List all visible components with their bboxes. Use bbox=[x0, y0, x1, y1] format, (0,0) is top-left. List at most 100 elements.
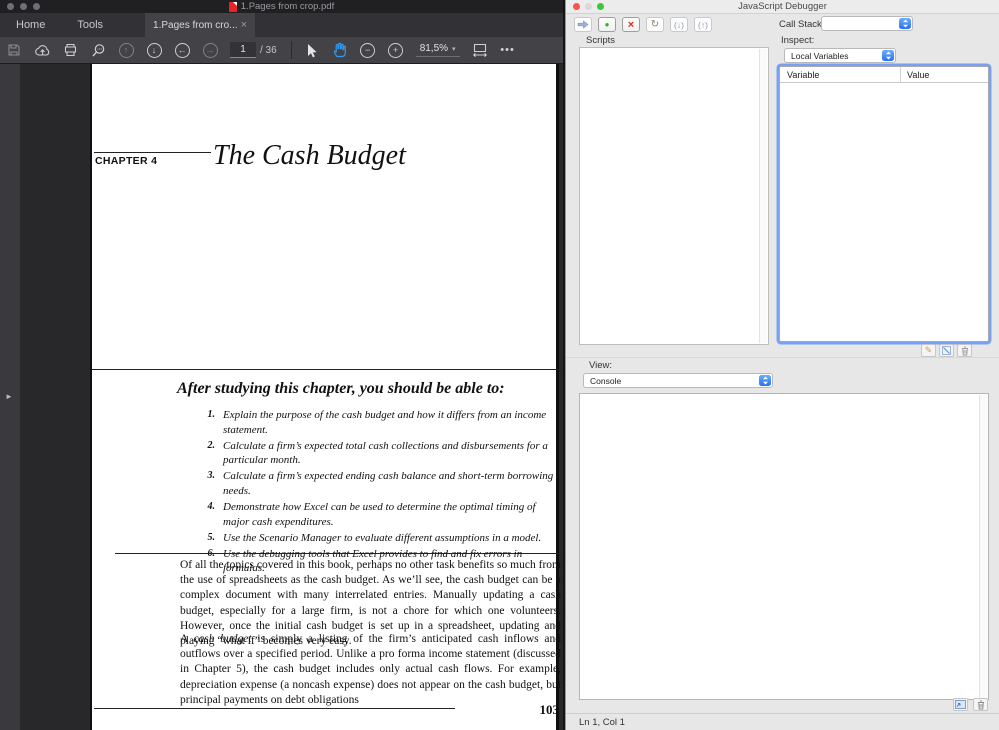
list-item: 4. Demonstrate how Excel can be used to … bbox=[199, 500, 560, 529]
column-header-variable: Variable bbox=[780, 67, 901, 82]
console-scrollbar[interactable] bbox=[979, 395, 987, 698]
page-down-icon: ↓ bbox=[147, 43, 162, 58]
view-label: View: bbox=[589, 360, 612, 371]
step-out-icon: (↑) bbox=[698, 20, 708, 30]
pencil-icon: ✎ bbox=[925, 345, 933, 356]
share-button[interactable] bbox=[28, 39, 56, 61]
run-script-icon bbox=[955, 700, 966, 709]
dropdown-stepper-icon bbox=[882, 50, 894, 61]
acrobat-window: 1.Pages from crop.pdf Home Tools 1.Pages… bbox=[0, 0, 563, 730]
page-number-input[interactable]: 1 bbox=[230, 42, 256, 58]
more-tools-button[interactable]: ••• bbox=[494, 39, 522, 61]
toolbar-separator bbox=[291, 41, 292, 59]
document-canvas: CHAPTER 4 The Cash Budget After studying… bbox=[20, 64, 563, 730]
pdf-file-icon bbox=[229, 2, 237, 12]
paragraph-2: A cash budget is simply a listing of the… bbox=[180, 632, 561, 708]
list-text: Calculate a firm’s expected total cash c… bbox=[223, 439, 560, 468]
acrobat-tabbar: Home Tools 1.Pages from cro... × bbox=[0, 13, 563, 37]
previous-page-button[interactable]: ↑ bbox=[112, 39, 140, 61]
delete-variable-button[interactable] bbox=[957, 344, 972, 357]
step-into-icon: (↓) bbox=[674, 20, 684, 30]
trash-icon bbox=[977, 700, 985, 710]
list-text: Explain the purpose of the cash budget a… bbox=[223, 408, 560, 437]
previous-view-button[interactable]: ← bbox=[168, 39, 196, 61]
save-icon bbox=[7, 43, 21, 57]
scripts-scrollbar[interactable] bbox=[759, 49, 767, 343]
variables-table-header: Variable Value bbox=[780, 67, 988, 83]
step-into-button[interactable]: (↓) bbox=[670, 17, 688, 32]
hand-tool-button[interactable] bbox=[326, 39, 354, 61]
forward-arrow-icon: → bbox=[203, 43, 218, 58]
page-count-label: / 36 bbox=[260, 45, 277, 56]
document-tab[interactable]: 1.Pages from cro... × bbox=[145, 13, 255, 37]
section-rule bbox=[92, 369, 561, 370]
list-number: 3. bbox=[199, 469, 215, 498]
document-filename: 1.Pages from crop.pdf bbox=[241, 1, 334, 12]
hand-icon bbox=[332, 42, 347, 58]
objectives-heading: After studying this chapter, you should … bbox=[177, 380, 505, 398]
zoom-in-icon: + bbox=[388, 43, 403, 58]
cursor-position-status: Ln 1, Col 1 bbox=[579, 717, 625, 728]
print-button[interactable] bbox=[56, 39, 84, 61]
acrobat-titlebar: 1.Pages from crop.pdf bbox=[0, 0, 563, 13]
zoom-level-dropdown[interactable]: 81,5% ▾ bbox=[416, 43, 460, 57]
search-icon bbox=[91, 43, 106, 58]
resume-arrow-icon bbox=[577, 20, 589, 29]
edit-variable-button[interactable]: ✎ bbox=[921, 344, 936, 357]
acrobat-window-title: 1.Pages from crop.pdf bbox=[0, 1, 563, 12]
save-button[interactable] bbox=[0, 39, 28, 61]
variables-table[interactable]: Variable Value bbox=[779, 66, 989, 342]
clear-console-button[interactable] bbox=[973, 698, 988, 711]
stop-button[interactable]: × bbox=[622, 17, 640, 32]
pdf-page[interactable]: CHAPTER 4 The Cash Budget After studying… bbox=[90, 64, 559, 730]
document-tab-label: 1.Pages from cro... bbox=[153, 20, 237, 31]
fit-width-button[interactable] bbox=[466, 39, 494, 61]
tab-tools[interactable]: Tools bbox=[61, 13, 119, 37]
inspect-dropdown-value: Local Variables bbox=[791, 51, 849, 61]
search-button[interactable] bbox=[84, 39, 112, 61]
step-over-button[interactable]: ↻ bbox=[646, 17, 664, 32]
statusbar-divider bbox=[566, 713, 999, 714]
inspect-dropdown[interactable]: Local Variables bbox=[784, 48, 896, 63]
trash-icon bbox=[961, 346, 969, 356]
section-divider bbox=[566, 357, 999, 358]
column-header-value: Value bbox=[901, 70, 929, 80]
footer-rule bbox=[94, 708, 455, 709]
scripts-panel[interactable] bbox=[579, 47, 769, 345]
debugger-window-title: JavaScript Debugger bbox=[566, 1, 999, 12]
diagonal-box-icon bbox=[942, 346, 951, 355]
zoom-out-button[interactable]: − bbox=[354, 39, 382, 61]
list-number: 4. bbox=[199, 500, 215, 529]
next-page-button[interactable]: ↓ bbox=[140, 39, 168, 61]
run-script-button[interactable] bbox=[953, 698, 968, 711]
step-out-button[interactable]: (↑) bbox=[694, 17, 712, 32]
call-stack-dropdown[interactable] bbox=[821, 16, 913, 31]
dropdown-stepper-icon bbox=[759, 375, 771, 386]
list-item: 1. Explain the purpose of the cash budge… bbox=[199, 408, 560, 437]
zoom-in-button[interactable]: + bbox=[382, 39, 410, 61]
debugger-toolbar: ● × ↻ (↓) (↑) bbox=[574, 17, 712, 32]
tab-home[interactable]: Home bbox=[0, 13, 61, 37]
close-tab-icon[interactable]: × bbox=[241, 19, 247, 31]
resume-button[interactable] bbox=[574, 17, 592, 32]
navigation-rail: ► bbox=[0, 64, 20, 730]
inspect-label: Inspect: bbox=[781, 35, 814, 46]
expand-panel-icon[interactable]: ► bbox=[5, 392, 13, 401]
acrobat-toolbar: ↑ ↓ ← → 1 / 36 bbox=[0, 37, 563, 64]
scripts-label: Scripts bbox=[586, 35, 615, 46]
console-panel[interactable] bbox=[579, 393, 989, 700]
dropdown-stepper-icon bbox=[899, 18, 911, 29]
list-item: 3. Calculate a firm’s expected ending ca… bbox=[199, 469, 560, 498]
step-over-icon: ↻ bbox=[651, 19, 659, 30]
list-item: 2. Calculate a firm’s expected total cas… bbox=[199, 439, 560, 468]
body-rule bbox=[115, 553, 561, 554]
list-item: 5. Use the Scenario Manager to evaluate … bbox=[199, 531, 560, 546]
ellipsis-icon: ••• bbox=[500, 44, 515, 56]
new-watch-button[interactable] bbox=[939, 344, 954, 357]
run-button[interactable]: ● bbox=[598, 17, 616, 32]
paragraph-2-term: cash budget bbox=[193, 633, 251, 645]
run-icon: ● bbox=[605, 20, 610, 29]
next-view-button[interactable]: → bbox=[196, 39, 224, 61]
view-dropdown[interactable]: Console bbox=[583, 373, 773, 388]
select-tool-button[interactable] bbox=[298, 39, 326, 61]
